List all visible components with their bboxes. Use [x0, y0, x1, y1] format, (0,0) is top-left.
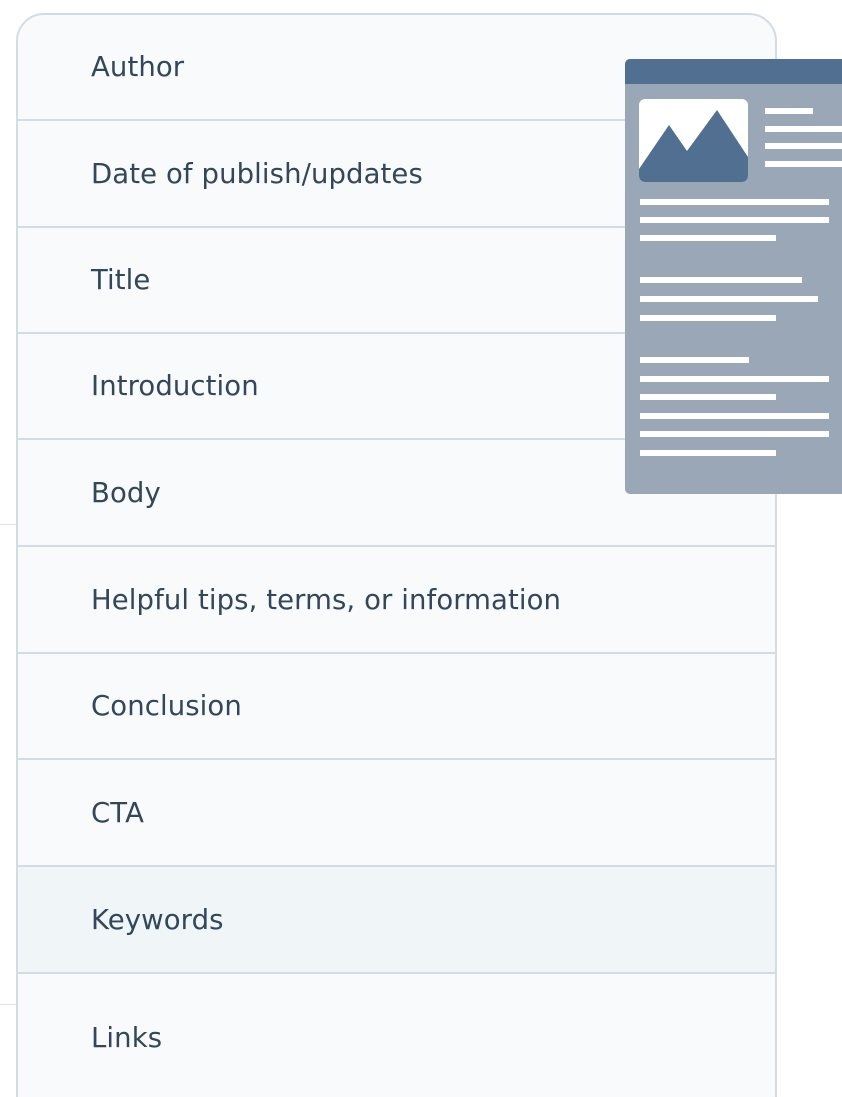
document-text-line	[765, 108, 813, 114]
document-text-line	[640, 413, 829, 419]
checklist-item-label: Introduction	[91, 370, 259, 402]
checklist-item-label: Links	[91, 1022, 163, 1054]
checklist-item-helpful-tips: Helpful tips, terms, or information	[18, 547, 775, 654]
checklist-item-label: Date of publish/updates	[91, 157, 423, 190]
checklist-item-label: Title	[91, 264, 151, 296]
checklist-item-label: Author	[91, 51, 185, 83]
document-text-line	[640, 235, 776, 241]
checklist-item-links: Links	[18, 974, 775, 1097]
mountain-icon	[639, 110, 748, 182]
checklist-item-label: Helpful tips, terms, or information	[91, 583, 562, 616]
document-text-line	[640, 450, 776, 456]
document-text-line	[640, 315, 776, 321]
checklist-item-label: Keywords	[91, 903, 224, 936]
document-text-line	[640, 296, 818, 302]
document-text-line	[765, 143, 842, 149]
document-text-line	[640, 394, 776, 400]
document-text-line	[640, 357, 749, 363]
image-placeholder-icon	[639, 99, 748, 182]
checklist-item-label: Conclusion	[91, 690, 242, 722]
checklist-item-cta: CTA	[18, 760, 775, 867]
document-text-line	[640, 431, 829, 437]
document-header-bar	[625, 59, 842, 84]
document-text-line	[640, 199, 829, 205]
document-text-line	[640, 277, 802, 283]
document-text-line	[765, 161, 842, 167]
checklist-item-conclusion: Conclusion	[18, 654, 775, 760]
checklist-item-keywords: Keywords	[18, 867, 775, 974]
checklist-item-label: CTA	[91, 796, 144, 829]
blog-post-anatomy-diagram: Author Date of publish/updates Title Int…	[0, 0, 842, 1097]
checklist-item-label: Body	[91, 476, 161, 509]
blog-document-illustration	[625, 59, 842, 494]
document-text-line	[640, 217, 829, 223]
document-text-line	[765, 126, 842, 132]
document-text-line	[640, 376, 829, 382]
